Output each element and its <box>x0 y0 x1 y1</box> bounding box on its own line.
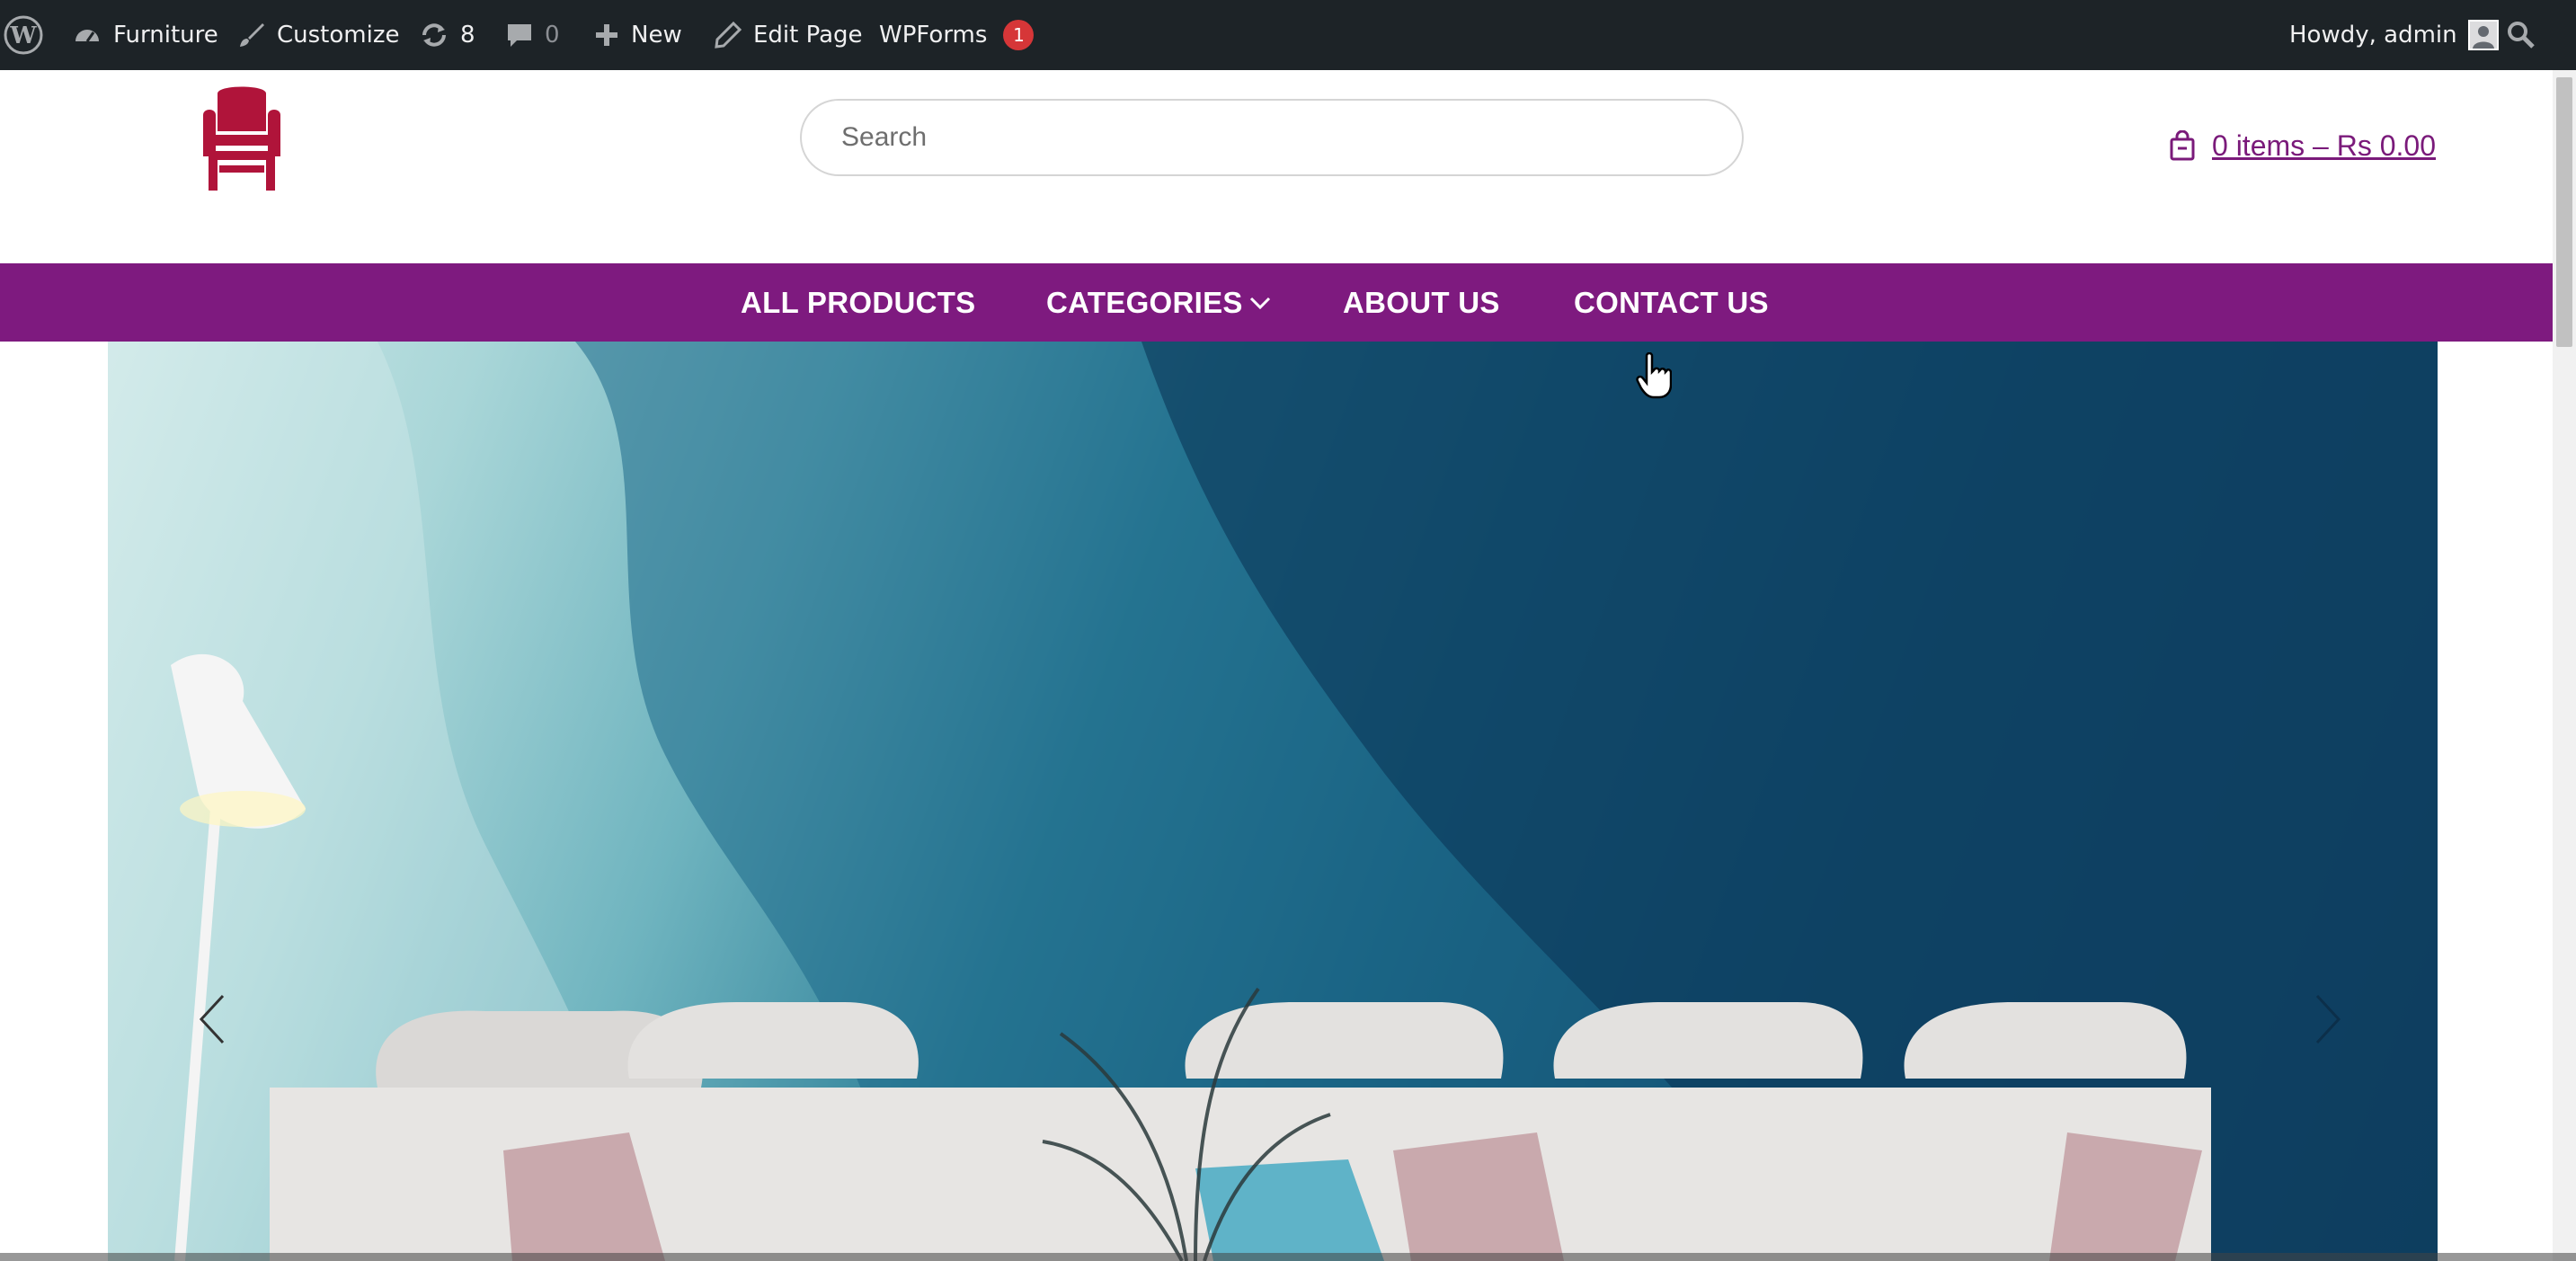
main-navigation: ALL PRODUCTS CATEGORIES ABOUT US CONTACT… <box>0 263 2553 342</box>
nav-all-products[interactable]: ALL PRODUCTS <box>741 263 976 342</box>
updates-count: 8 <box>460 22 475 49</box>
customize-label: Customize <box>277 22 400 49</box>
chevron-right-icon <box>2315 994 2341 1044</box>
nav-contact-us[interactable]: CONTACT US <box>1574 263 1769 342</box>
scrollbar-thumb[interactable] <box>2556 77 2572 347</box>
slider-next-arrow[interactable] <box>2310 992 2346 1046</box>
notification-badge: 1 <box>1003 20 1035 50</box>
site-name-menu[interactable]: Furniture <box>72 0 218 70</box>
avatar <box>2467 20 2499 50</box>
dashboard-icon <box>72 20 102 50</box>
admin-bar: W Furniture Customize 8 0 New Edit Page … <box>0 0 2576 70</box>
hero-image <box>108 342 2438 1261</box>
customize-link[interactable]: Customize <box>237 0 399 70</box>
edit-page-link[interactable]: Edit Page <box>714 0 863 70</box>
hand-cursor-icon <box>1636 351 1673 399</box>
paintbrush-icon <box>237 21 266 49</box>
chevron-down-icon <box>1248 295 1272 311</box>
cart-link[interactable]: 0 items – Rs 0.00 <box>2169 126 2436 165</box>
nav-categories-label: CATEGORIES <box>1046 285 1243 319</box>
pencil-icon <box>714 21 742 49</box>
edit-page-label: Edit Page <box>753 22 863 49</box>
nav-categories[interactable]: CATEGORIES <box>1046 263 1272 342</box>
wpforms-link[interactable]: WPForms 1 <box>879 0 1035 70</box>
wordpress-logo-icon[interactable]: W <box>4 0 43 70</box>
search-icon[interactable] <box>2506 0 2536 70</box>
account-menu[interactable]: Howdy, admin <box>2289 0 2499 70</box>
comments-link[interactable]: 0 <box>505 0 560 70</box>
bottom-edge <box>0 1253 2576 1261</box>
svg-text:W: W <box>9 22 37 49</box>
shopping-bag-icon <box>2169 130 2196 161</box>
cart-summary: 0 items – Rs 0.00 <box>2212 129 2436 162</box>
new-label: New <box>631 22 682 49</box>
search-input[interactable]: Search <box>800 99 1744 176</box>
nav-about-us[interactable]: ABOUT US <box>1343 263 1500 342</box>
comment-icon <box>505 21 534 49</box>
new-content-link[interactable]: New <box>593 0 682 70</box>
wpforms-label: WPForms <box>879 22 988 49</box>
plus-icon <box>593 22 620 49</box>
refresh-icon <box>419 20 449 50</box>
hero-slider <box>108 342 2438 1261</box>
updates-link[interactable]: 8 <box>419 0 475 70</box>
search-placeholder: Search <box>841 122 928 152</box>
armchair-icon <box>203 86 280 191</box>
greeting-label: Howdy, admin <box>2289 22 2457 49</box>
comments-count: 0 <box>545 22 560 49</box>
chevron-left-icon <box>199 994 225 1044</box>
site-name-label: Furniture <box>113 22 218 49</box>
slider-prev-arrow[interactable] <box>194 992 230 1046</box>
site-logo[interactable] <box>200 84 284 192</box>
